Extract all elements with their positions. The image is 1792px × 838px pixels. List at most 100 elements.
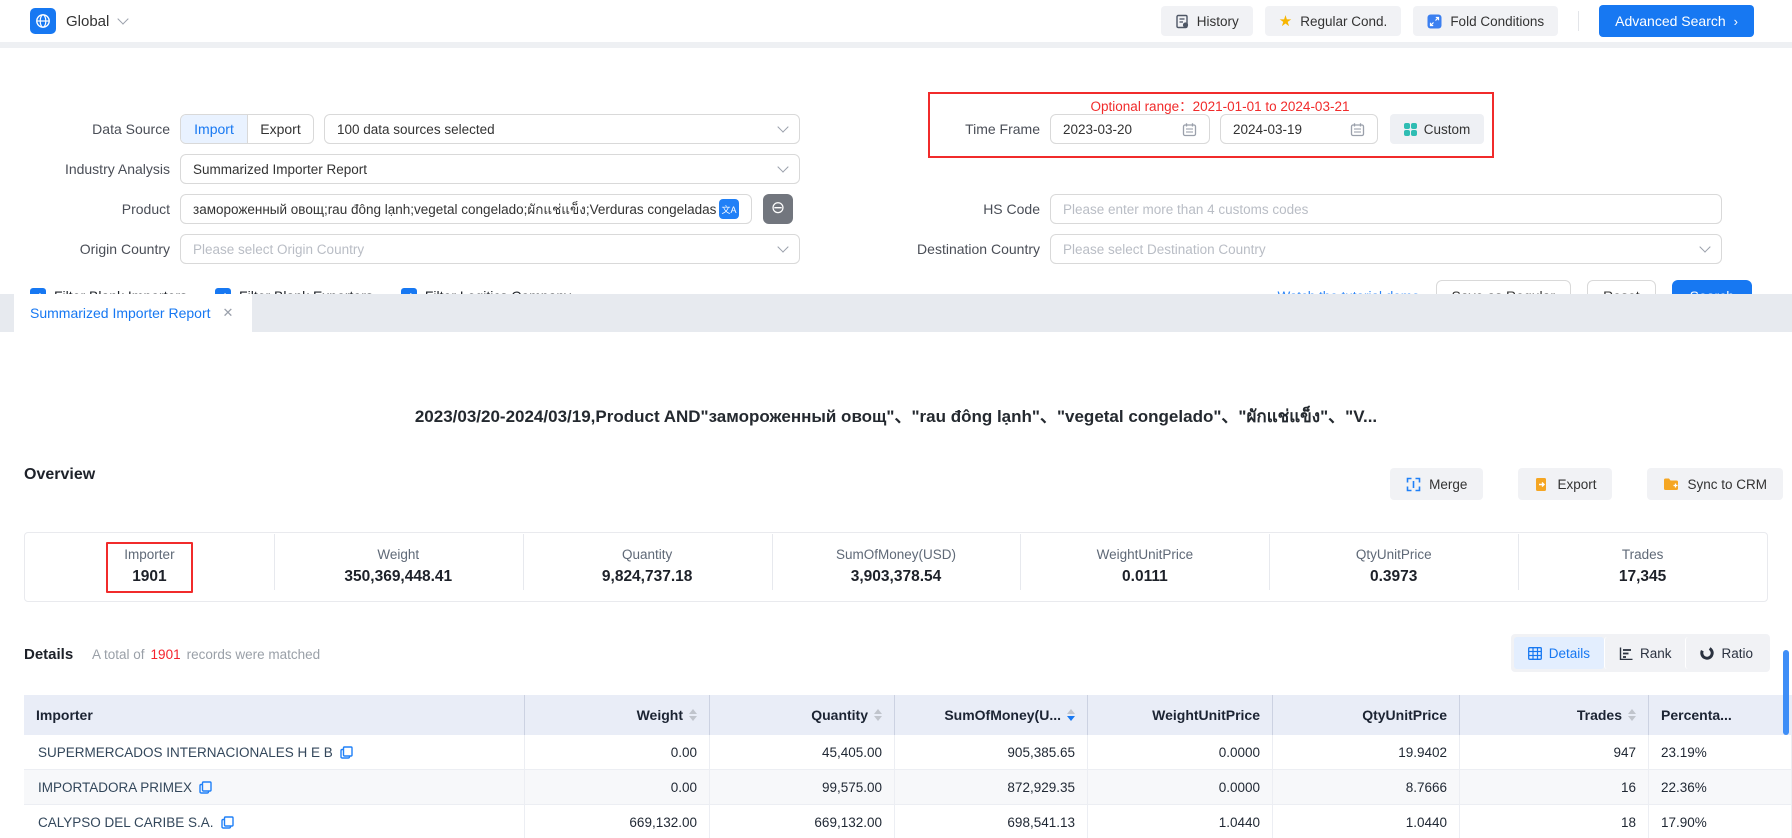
column-header-trades[interactable]: Trades (1460, 695, 1649, 735)
view-switcher: Details Rank Ratio (1511, 634, 1770, 672)
chevron-down-icon (777, 161, 788, 172)
copy-icon[interactable] (221, 816, 234, 829)
close-icon[interactable]: ✕ (223, 305, 234, 321)
tab-summarized-importer-report[interactable]: Summarized Importer Report ✕ (14, 294, 252, 332)
column-header-weight[interactable]: Weight (525, 695, 710, 735)
column-header-quantity[interactable]: Quantity (710, 695, 895, 735)
fold-conditions-button[interactable]: Fold Conditions (1413, 6, 1558, 36)
translate-icon[interactable]: 文A (719, 199, 739, 219)
sort-icon[interactable] (874, 709, 882, 721)
history-button[interactable]: History (1161, 6, 1253, 36)
data-sources-select[interactable]: 100 data sources selected (324, 114, 800, 144)
sort-icon[interactable] (689, 709, 697, 721)
copy-icon[interactable] (340, 746, 353, 759)
origin-country-placeholder: Please select Origin Country (193, 242, 364, 257)
exclude-words-button[interactable]: ⊖ (763, 194, 793, 224)
weight-unit-price-cell: 0.0000 (1088, 735, 1273, 770)
importer-cell[interactable]: IMPORTADORA PRIMEX (24, 770, 525, 805)
advanced-search-button[interactable]: Advanced Search › (1599, 5, 1754, 37)
details-heading: Details (24, 646, 73, 663)
regular-cond-button[interactable]: ★ Regular Cond. (1265, 6, 1402, 36)
fold-conditions-label: Fold Conditions (1450, 14, 1544, 29)
copy-icon[interactable] (199, 781, 212, 794)
export-toggle[interactable]: Export (247, 115, 313, 143)
export-button[interactable]: Export (1518, 468, 1612, 500)
chevron-down-icon (118, 13, 129, 24)
start-date-input[interactable]: 2023-03-20 (1050, 114, 1210, 144)
report-content: 2023/03/20-2024/03/19,Product AND"заморо… (0, 332, 1792, 838)
view-ratio[interactable]: Ratio (1685, 637, 1767, 669)
hs-code-input[interactable]: Please enter more than 4 customs codes (1050, 194, 1722, 224)
globe-icon (30, 8, 56, 34)
view-details[interactable]: Details (1514, 637, 1604, 669)
qty-unit-price-cell: 8.7666 (1273, 770, 1460, 805)
industry-analysis-label: Industry Analysis (20, 154, 170, 184)
data-source-label: Data Source (20, 114, 170, 144)
merge-icon (1406, 477, 1421, 492)
custom-label: Custom (1424, 122, 1471, 137)
overview-actions: Merge Export Sync to CRM (1390, 468, 1783, 500)
topbar-actions: History ★ Regular Cond. Fold Conditions … (1161, 5, 1754, 37)
chevron-down-icon (1699, 241, 1710, 252)
end-date-input[interactable]: 2024-03-19 (1220, 114, 1378, 144)
sum-of-money-cell: 872,929.35 (895, 770, 1088, 805)
merge-label: Merge (1429, 477, 1467, 492)
report-title: 2023/03/20-2024/03/19,Product AND"заморо… (0, 402, 1792, 430)
ratio-icon (1700, 646, 1714, 660)
product-input[interactable]: замороженный овощ;rau đông lạnh;vegetal … (180, 194, 752, 224)
sort-icon-active-desc[interactable] (1067, 709, 1075, 721)
import-toggle[interactable]: Import (181, 115, 247, 143)
origin-country-select[interactable]: Please select Origin Country (180, 234, 800, 264)
export-label: Export (1557, 477, 1596, 492)
weight-unit-price-cell: 0.0000 (1088, 770, 1273, 805)
crm-folder-icon (1663, 477, 1679, 491)
chevron-down-icon (777, 121, 788, 132)
trades-cell: 18 (1460, 805, 1649, 838)
sync-to-crm-button[interactable]: Sync to CRM (1647, 468, 1783, 500)
importer-cell[interactable]: CALYPSO DEL CARIBE S.A. (24, 805, 525, 838)
sum-of-money-cell: 698,541.13 (895, 805, 1088, 838)
destination-country-label: Destination Country (860, 234, 1040, 264)
qty-unit-price-cell: 19.9402 (1273, 735, 1460, 770)
table-scrollbar[interactable] (1783, 650, 1789, 735)
region-selector[interactable]: Global (30, 8, 127, 34)
industry-analysis-select[interactable]: Summarized Importer Report (180, 154, 800, 184)
view-rank-label: Rank (1640, 646, 1672, 661)
view-rank[interactable]: Rank (1604, 637, 1686, 669)
destination-country-select[interactable]: Please select Destination Country (1050, 234, 1722, 264)
rank-icon (1619, 647, 1633, 660)
tab-label: Summarized Importer Report (30, 305, 211, 321)
end-date-value: 2024-03-19 (1233, 122, 1302, 137)
match-count: 1901 (145, 647, 187, 662)
percentage-cell: 22.36% (1649, 770, 1792, 805)
topbar: Global History ★ Regular Cond. Fold Cond… (0, 0, 1792, 42)
sort-icon[interactable] (1628, 709, 1636, 721)
fold-icon (1427, 14, 1442, 29)
start-date-value: 2023-03-20 (1063, 122, 1132, 137)
optional-range-annotation: Optional range：2021-01-01 to 2024-03-21 (1050, 95, 1390, 115)
merge-button[interactable]: Merge (1390, 468, 1483, 500)
trades-cell: 947 (1460, 735, 1649, 770)
history-icon (1175, 14, 1189, 29)
product-label: Product (20, 194, 170, 224)
time-frame-label: Time Frame (900, 114, 1040, 144)
table-icon (1528, 647, 1542, 660)
data-source-toggle: Import Export (180, 114, 314, 144)
custom-range-button[interactable]: Custom (1390, 114, 1484, 144)
search-form: Data Source Import Export 100 data sourc… (0, 48, 1792, 294)
calendar-icon (1350, 122, 1365, 137)
importer-cell[interactable]: SUPERMERCADOS INTERNACIONALES H E B (24, 735, 525, 770)
stat-sum-of-money: SumOfMoney(USD) 3,903,378.54 (772, 542, 1021, 593)
weight-unit-price-cell: 1.0440 (1088, 805, 1273, 838)
details-summary: A total of1901records were matched (92, 647, 320, 662)
percentage-cell: 23.19% (1649, 735, 1792, 770)
sum-of-money-cell: 905,385.65 (895, 735, 1088, 770)
calendar-icon (1182, 122, 1197, 137)
column-header-sum-of-money[interactable]: SumOfMoney(U... (895, 695, 1088, 735)
weight-cell: 669,132.00 (525, 805, 710, 838)
industry-analysis-value: Summarized Importer Report (193, 162, 367, 177)
stat-qty-unit-price: QtyUnitPrice 0.3973 (1269, 542, 1518, 593)
weight-cell: 0.00 (525, 770, 710, 805)
details-table: Importer Weight Quantity SumOfMoney(U...… (24, 695, 1792, 838)
topbar-divider (1578, 11, 1579, 31)
